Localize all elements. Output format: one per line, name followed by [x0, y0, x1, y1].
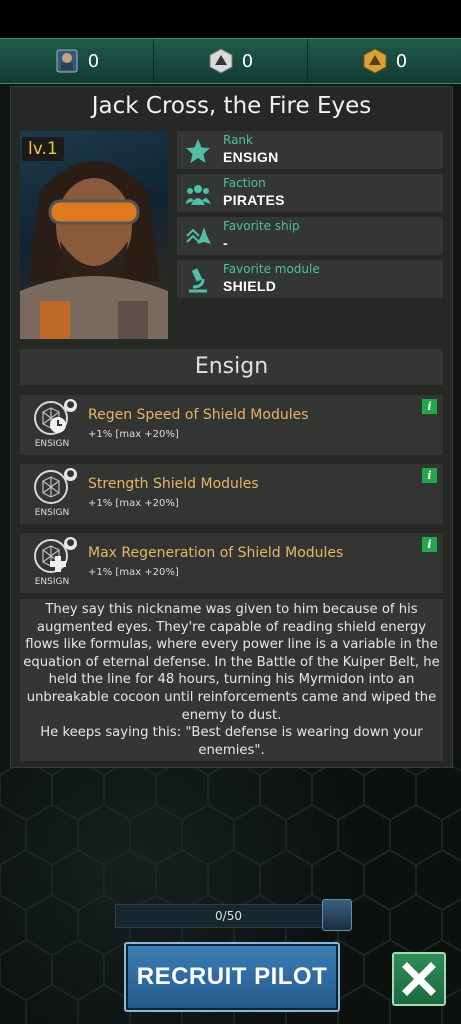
group-icon	[185, 185, 211, 205]
rank-badge-icon: ●	[64, 537, 77, 550]
skill-card[interactable]: ● ENSIGN Regen Speed of Shield Modules +…	[20, 395, 443, 455]
info-favorite-module: Favorite module SHIELD	[177, 260, 443, 298]
skill-bonus: +1% [max +20%]	[88, 567, 179, 578]
resource-value: 0	[395, 50, 408, 72]
info-rank: Rank ENSIGN	[177, 131, 443, 169]
resource-bar: 0 0 0	[0, 38, 461, 84]
recruit-pilot-button[interactable]: RECRUIT PILOT	[124, 942, 340, 1012]
portrait-image	[20, 161, 168, 339]
pilot-panel: Jack Cross, the Fire Eyes lv.1 Rank ENSI…	[10, 86, 453, 768]
info-favorite-ship: Favorite ship -	[177, 217, 443, 255]
pilot-card-icon	[322, 899, 352, 931]
resource-value: 0	[241, 50, 254, 72]
skill-name: Strength Shield Modules	[88, 476, 259, 492]
info-value: PIRATES	[223, 192, 285, 208]
resource-pilot-cards[interactable]: 0	[0, 39, 154, 83]
progress-text: 0/50	[215, 909, 242, 923]
biography-quote: He keeps saying this: "Best defense is w…	[40, 725, 423, 758]
status-bar	[0, 0, 461, 38]
info-icon[interactable]: i	[422, 537, 437, 552]
info-faction: Faction PIRATES	[177, 174, 443, 212]
info-label: Favorite ship	[223, 219, 300, 233]
resource-gold[interactable]: 0	[308, 39, 461, 83]
info-label: Rank	[223, 133, 253, 147]
info-value: ENSIGN	[223, 149, 279, 165]
skill-rank-tag: ENSIGN	[34, 439, 70, 449]
close-icon	[402, 962, 436, 996]
info-value: SHIELD	[223, 278, 277, 294]
microscope-icon	[189, 268, 207, 293]
info-label: Favorite module	[223, 262, 320, 276]
skill-bonus: +1% [max +20%]	[88, 429, 179, 440]
info-value: -	[223, 235, 228, 251]
resource-silver[interactable]: 0	[154, 39, 308, 83]
level-badge: lv.1	[22, 137, 64, 161]
skill-bonus: +1% [max +20%]	[88, 498, 179, 509]
skill-name: Max Regeneration of Shield Modules	[88, 545, 344, 561]
pilot-portrait: lv.1	[20, 131, 168, 339]
rank-badge-icon: ●	[64, 468, 77, 481]
pilot-name: Jack Cross, the Fire Eyes	[91, 93, 372, 119]
skill-card[interactable]: ● ENSIGN Max Regeneration of Shield Modu…	[20, 533, 443, 593]
resource-value: 0	[87, 50, 100, 72]
gold-badge-icon	[363, 48, 387, 74]
rank-badge-icon: ●	[64, 399, 77, 412]
recruit-progress-bar: 0/50	[115, 904, 342, 928]
skill-rank-tag: ENSIGN	[34, 508, 70, 518]
skill-name: Regen Speed of Shield Modules	[88, 407, 309, 423]
skill-rank-tag: ENSIGN	[34, 577, 70, 587]
silver-badge-icon	[209, 48, 233, 74]
pilot-biography: They say this nickname was given to him …	[20, 599, 443, 761]
skill-card[interactable]: ● ENSIGN Strength Shield Modules +1% [ma…	[20, 464, 443, 524]
close-button[interactable]	[392, 952, 446, 1006]
pilot-card-icon	[56, 49, 78, 73]
info-icon[interactable]: i	[422, 399, 437, 414]
biography-text: They say this nickname was given to him …	[23, 602, 440, 723]
rank-section-title: Ensign	[20, 349, 443, 385]
star-icon	[186, 139, 210, 163]
ship-icon	[186, 227, 211, 244]
info-label: Faction	[223, 176, 266, 190]
info-icon[interactable]: i	[422, 468, 437, 483]
